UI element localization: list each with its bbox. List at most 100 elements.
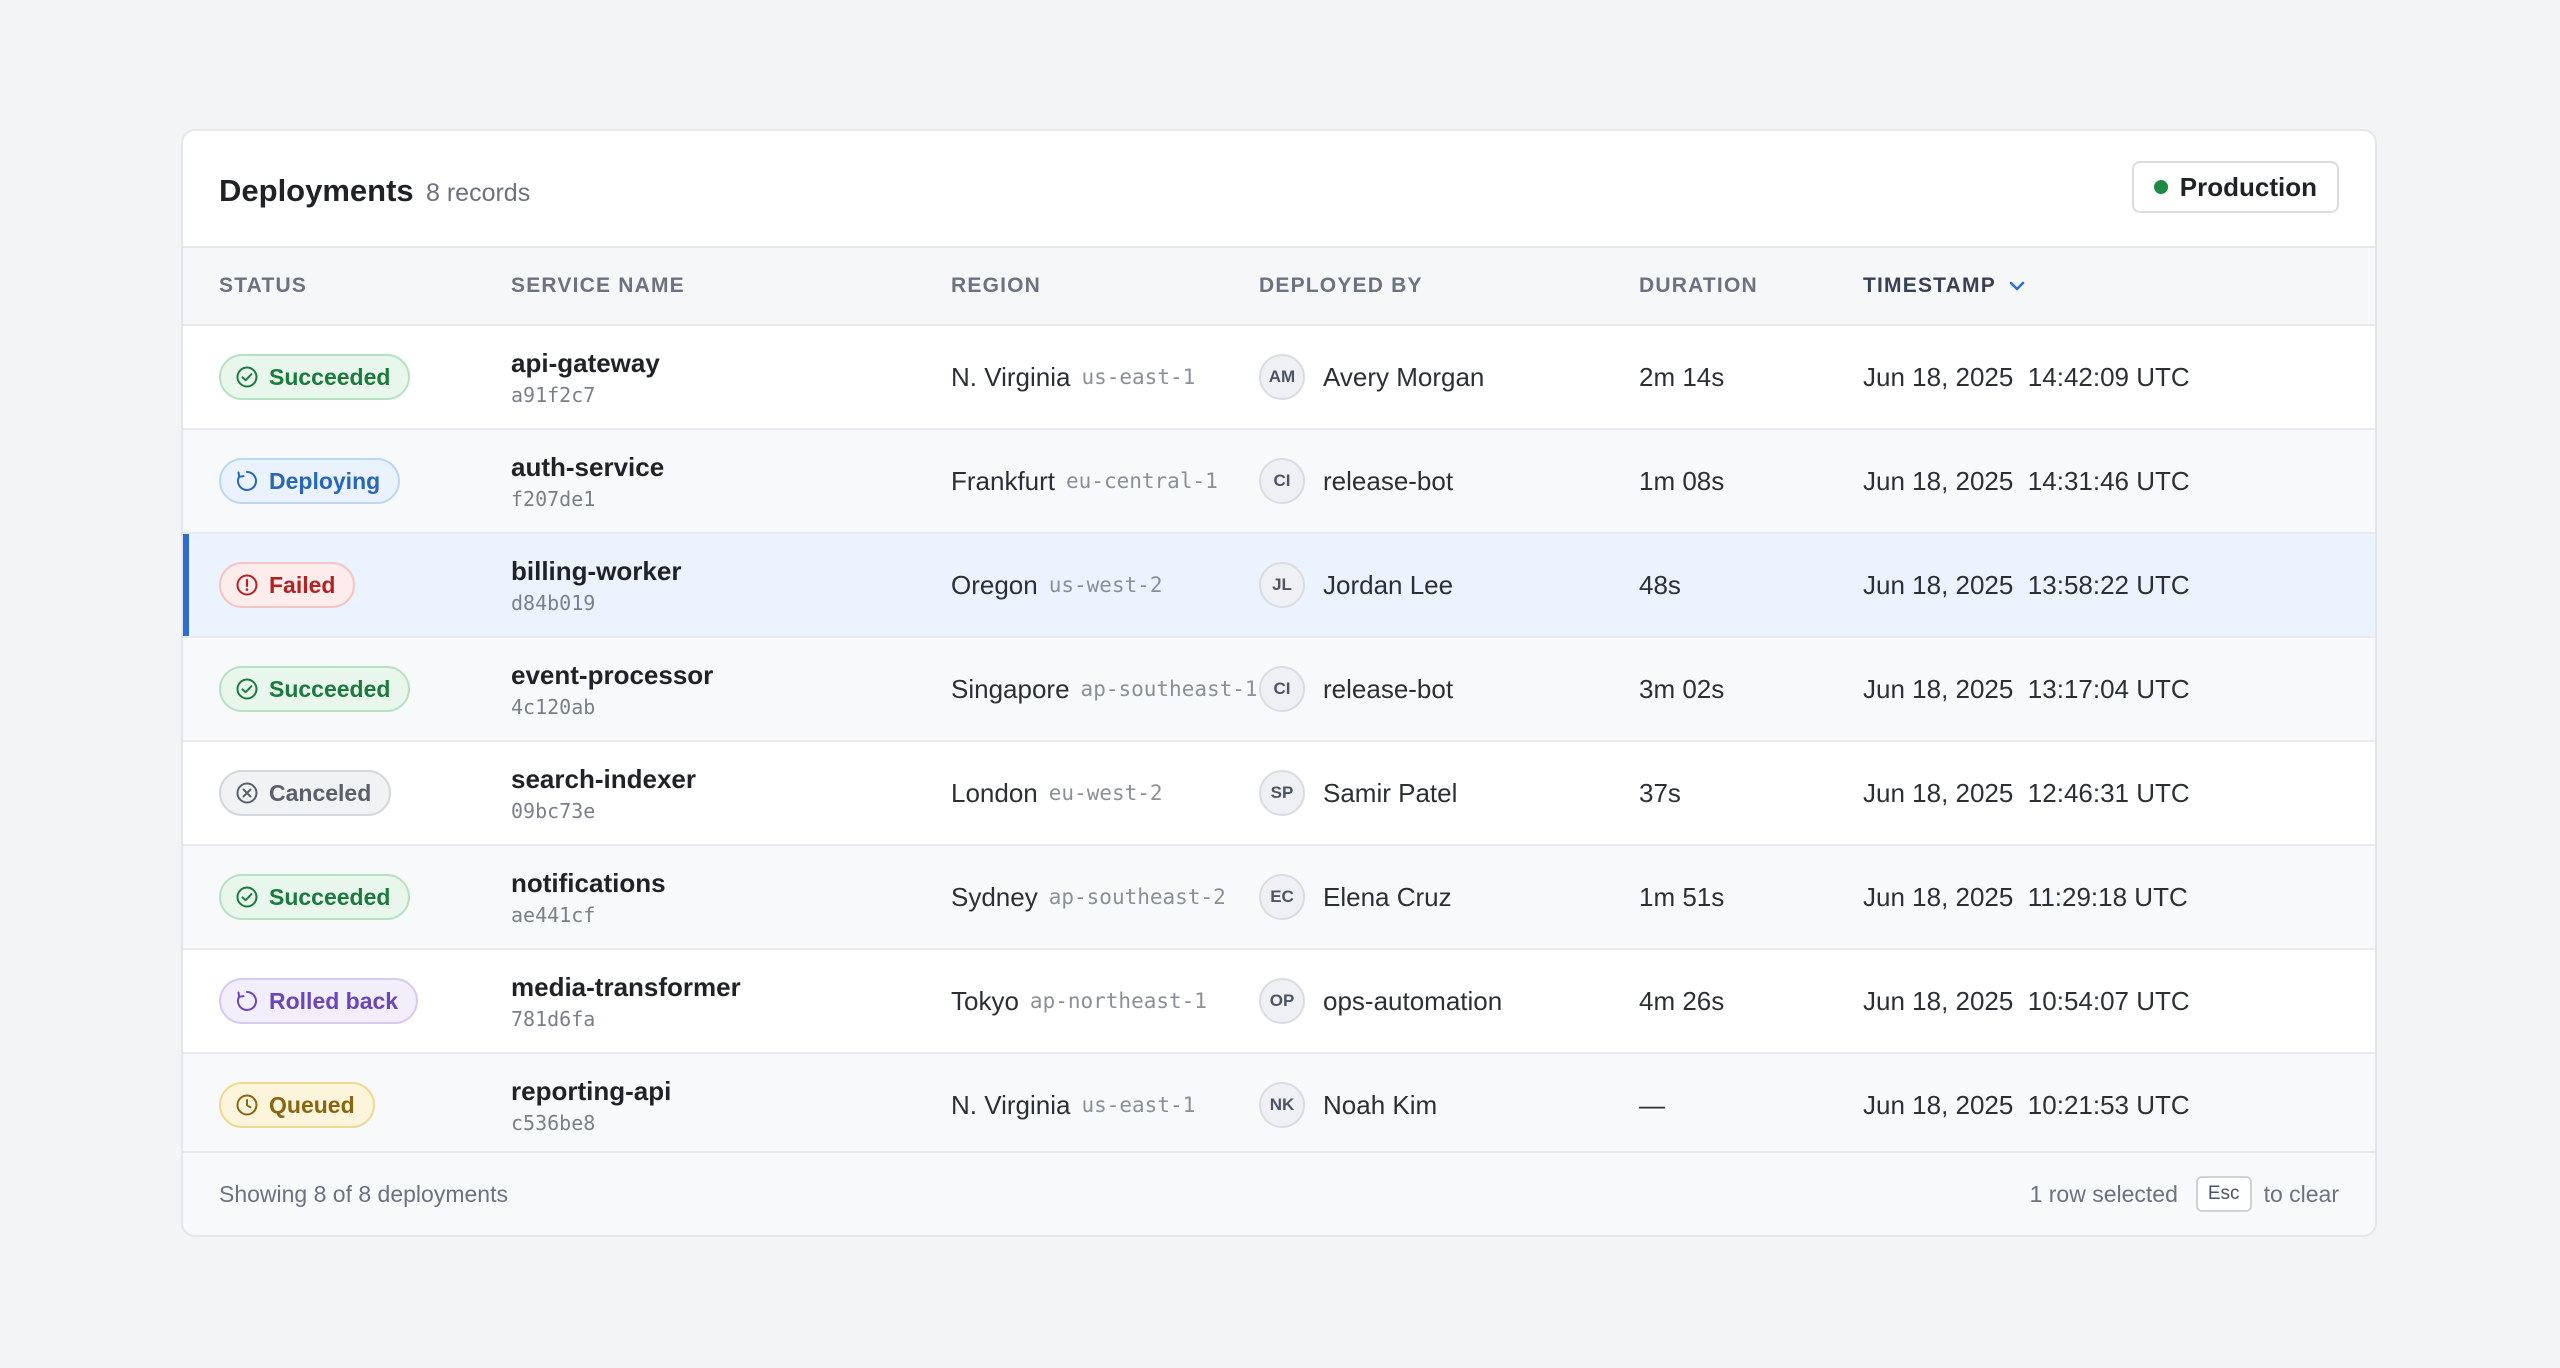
service-name[interactable]: auth-service (511, 452, 664, 483)
service-name[interactable]: billing-worker (511, 556, 681, 587)
region-name: Singapore (951, 673, 1070, 704)
status-cell: Succeeded (219, 326, 411, 428)
table-row[interactable]: Queued reporting-api c536be8 N. Virginia… (183, 1054, 2375, 1158)
status-label: Deploying (269, 467, 381, 494)
region-code: us-west-2 (1048, 573, 1163, 597)
refresh-icon (235, 469, 259, 493)
timestamp-value: Jun 18, 2025 11:29:18 UTC (1863, 881, 2188, 912)
table-row[interactable]: Succeeded event-processor 4c120ab Singap… (183, 638, 2375, 742)
column-header-duration[interactable]: Duration (1639, 248, 1758, 324)
service-cell: billing-worker d84b019 (511, 534, 681, 636)
table-row[interactable]: Succeeded notifications ae441cf Sydney a… (183, 846, 2375, 950)
deployer-cell: OP ops-automation (1259, 950, 1502, 1052)
table-row[interactable]: Canceled search-indexer 09bc73e London e… (183, 742, 2375, 846)
column-header-status[interactable]: Status (219, 248, 307, 324)
region-cell: Oregon us-west-2 (951, 534, 1261, 636)
column-header-timestamp[interactable]: Timestamp (1863, 248, 2026, 324)
deployer-name: release-bot (1323, 465, 1454, 496)
status-cell: Rolled back (219, 950, 419, 1052)
timestamp-cell: Jun 18, 2025 12:46:31 UTC (1863, 742, 2190, 844)
duration-value: 4m 26s (1639, 985, 1725, 1016)
deployer-name: Noah Kim (1323, 1089, 1438, 1120)
table-row[interactable]: Succeeded api-gateway a91f2c7 N. Virgini… (183, 326, 2375, 430)
commit-hash: a91f2c7 (511, 382, 596, 407)
region-code: ap-southeast-1 (1080, 677, 1258, 701)
timestamp-cell: Jun 18, 2025 10:54:07 UTC (1863, 950, 2190, 1052)
deployer-name: Elena Cruz (1323, 881, 1452, 912)
column-header-deployed-by[interactable]: Deployed by (1259, 248, 1423, 324)
timestamp-value: Jun 18, 2025 10:54:07 UTC (1863, 985, 2190, 1016)
table-row[interactable]: Rolled back media-transformer 781d6fa To… (183, 950, 2375, 1054)
timestamp-cell: Jun 18, 2025 13:17:04 UTC (1863, 638, 2190, 740)
deployer-cell: NK Noah Kim (1259, 1054, 1437, 1156)
timestamp-cell: Jun 18, 2025 13:58:22 UTC (1863, 534, 2190, 636)
status-label: Canceled (269, 779, 372, 806)
region-name: Tokyo (951, 985, 1019, 1016)
status-badge: Canceled (219, 770, 392, 816)
service-name[interactable]: api-gateway (511, 348, 660, 379)
page-title: Deployments (219, 173, 414, 208)
table-row-selected[interactable]: Failed billing-worker d84b019 Oregon us-… (183, 534, 2375, 638)
timestamp-value: Jun 18, 2025 12:46:31 UTC (1863, 777, 2190, 808)
region-code: us-east-1 (1081, 365, 1196, 389)
status-cell: Succeeded (219, 638, 411, 740)
status-label: Queued (269, 1091, 355, 1118)
deployer-name: Samir Patel (1323, 777, 1458, 808)
service-name[interactable]: notifications (511, 868, 666, 899)
timestamp-cell: Jun 18, 2025 14:42:09 UTC (1863, 326, 2190, 428)
status-badge: Succeeded (219, 354, 411, 400)
status-badge: Rolled back (219, 978, 419, 1024)
duration-value: 1m 51s (1639, 881, 1725, 912)
region-name: N. Virginia (951, 1089, 1071, 1120)
service-name[interactable]: media-transformer (511, 972, 741, 1003)
avatar: AM (1259, 354, 1305, 400)
status-badge: Succeeded (219, 874, 411, 920)
deployer-cell: AM Avery Morgan (1259, 326, 1484, 428)
status-cell: Deploying (219, 430, 401, 532)
timestamp-cell: Jun 18, 2025 10:21:53 UTC (1863, 1054, 2190, 1156)
table-row[interactable]: Deploying auth-service f207de1 Frankfurt… (183, 430, 2375, 534)
record-count: 8 records (426, 179, 531, 207)
x-circle-icon (235, 781, 259, 805)
table-header: Status Service name Region Deployed by D… (183, 248, 2375, 326)
selection-info: 1 row selected Esc to clear (2030, 1153, 2339, 1235)
escape-key-hint[interactable]: Esc (2195, 1176, 2252, 1212)
status-label: Succeeded (269, 883, 391, 910)
deployer-name: ops-automation (1323, 985, 1503, 1016)
region-cell: Frankfurt eu-central-1 (951, 430, 1261, 532)
avatar: SP (1259, 770, 1305, 816)
timestamp-value: Jun 18, 2025 13:17:04 UTC (1863, 673, 2190, 704)
column-header-region[interactable]: Region (951, 248, 1041, 324)
service-name[interactable]: event-processor (511, 660, 713, 691)
region-name: Oregon (951, 569, 1038, 600)
service-name[interactable]: reporting-api (511, 1076, 671, 1107)
region-cell: Tokyo ap-northeast-1 (951, 950, 1261, 1052)
duration-value: 2m 14s (1639, 361, 1725, 392)
duration-cell: 1m 51s (1639, 846, 1724, 948)
chevron-down-icon (2008, 280, 2026, 292)
check-circle-icon (235, 365, 259, 389)
service-cell: api-gateway a91f2c7 (511, 326, 660, 428)
check-circle-icon (235, 677, 259, 701)
timestamp-value: Jun 18, 2025 14:42:09 UTC (1863, 361, 2190, 392)
status-cell: Queued (219, 1054, 375, 1156)
table-footer: Showing 8 of 8 deployments 1 row selecte… (183, 1151, 2375, 1235)
selection-count: 1 row selected (2029, 1180, 2178, 1207)
status-cell: Canceled (219, 742, 392, 844)
service-name[interactable]: search-indexer (511, 764, 696, 795)
commit-hash: f207de1 (511, 486, 596, 511)
region-code: ap-northeast-1 (1029, 989, 1207, 1013)
column-header-timestamp-label: Timestamp (1863, 274, 1996, 297)
environment-selector[interactable]: Production (2131, 161, 2339, 213)
card-header: Deployments 8 records Production (183, 131, 2375, 248)
deployer-cell: JL Jordan Lee (1259, 534, 1453, 636)
status-label: Failed (269, 571, 336, 598)
deployments-card: Deployments 8 records Production Status … (181, 129, 2377, 1237)
service-cell: notifications ae441cf (511, 846, 666, 948)
status-label: Succeeded (269, 675, 391, 702)
region-name: Sydney (951, 881, 1038, 912)
alert-circle-icon (235, 573, 259, 597)
column-header-service-name[interactable]: Service name (511, 248, 685, 324)
timestamp-value: Jun 18, 2025 13:58:22 UTC (1863, 569, 2190, 600)
duration-cell: — (1639, 1054, 1665, 1156)
